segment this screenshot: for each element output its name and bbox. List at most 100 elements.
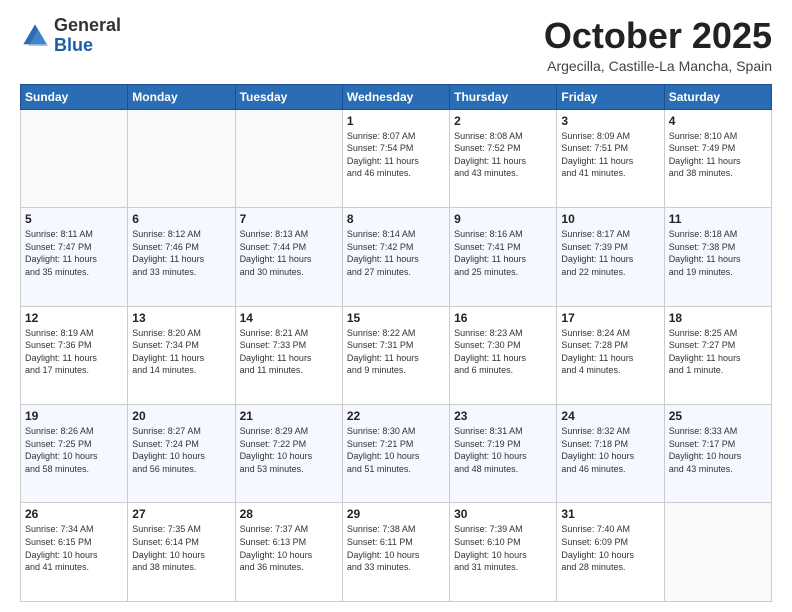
- day-info: Sunrise: 8:10 AM Sunset: 7:49 PM Dayligh…: [669, 130, 767, 180]
- page: General Blue October 2025 Argecilla, Cas…: [0, 0, 792, 612]
- col-header-tuesday: Tuesday: [235, 84, 342, 109]
- day-info: Sunrise: 7:37 AM Sunset: 6:13 PM Dayligh…: [240, 523, 338, 573]
- day-number: 1: [347, 114, 445, 128]
- day-info: Sunrise: 8:23 AM Sunset: 7:30 PM Dayligh…: [454, 327, 552, 377]
- calendar-cell: 28 Sunrise: 7:37 AM Sunset: 6:13 PM Dayli…: [235, 503, 342, 602]
- day-info: Sunrise: 8:16 AM Sunset: 7:41 PM Dayligh…: [454, 228, 552, 278]
- calendar-cell: 20Sunrise: 8:27 AM Sunset: 7:24 PM Dayli…: [128, 405, 235, 503]
- day-info: Sunrise: 8:08 AM Sunset: 7:52 PM Dayligh…: [454, 130, 552, 180]
- calendar-cell: 1 Sunrise: 8:07 AM Sunset: 7:54 PM Daylig…: [342, 109, 449, 207]
- day-info: Sunrise: 8:18 AM Sunset: 7:38 PM Dayligh…: [669, 228, 767, 278]
- day-number: 23: [454, 409, 552, 423]
- logo-blue: Blue: [54, 35, 93, 55]
- calendar-cell: 23 Sunrise: 8:31 AM Sunset: 7:19 PM Dayli…: [450, 405, 557, 503]
- day-info: Sunrise: 8:24 AM Sunset: 7:28 PM Dayligh…: [561, 327, 659, 377]
- calendar-cell: 10 Sunrise: 8:17 AM Sunset: 7:39 PM Dayli…: [557, 208, 664, 306]
- day-info: Sunrise: 7:40 AM Sunset: 6:09 PM Dayligh…: [561, 523, 659, 573]
- calendar-cell: 19 Sunrise: 8:26 AM Sunset: 7:25 PM Dayli…: [21, 405, 128, 503]
- day-info: Sunrise: 8:29 AM Sunset: 7:22 PM Dayligh…: [240, 425, 338, 475]
- calendar-cell: 9 Sunrise: 8:16 AM Sunset: 7:41 PM Daylig…: [450, 208, 557, 306]
- day-number: 31: [561, 507, 659, 521]
- location: Argecilla, Castille-La Mancha, Spain: [544, 58, 772, 74]
- day-number: 22: [347, 409, 445, 423]
- day-info: Sunrise: 8:07 AM Sunset: 7:54 PM Dayligh…: [347, 130, 445, 180]
- calendar-cell: 30Sunrise: 7:39 AM Sunset: 6:10 PM Dayli…: [450, 503, 557, 602]
- day-info: Sunrise: 8:31 AM Sunset: 7:19 PM Dayligh…: [454, 425, 552, 475]
- day-info: Sunrise: 8:11 AM Sunset: 7:47 PM Dayligh…: [25, 228, 123, 278]
- calendar-cell: 17 Sunrise: 8:24 AM Sunset: 7:28 PM Dayli…: [557, 306, 664, 404]
- calendar-cell: 11 Sunrise: 8:18 AM Sunset: 7:38 PM Dayli…: [664, 208, 771, 306]
- day-number: 21: [240, 409, 338, 423]
- day-number: 28: [240, 507, 338, 521]
- day-info: Sunrise: 8:19 AM Sunset: 7:36 PM Dayligh…: [25, 327, 123, 377]
- col-header-monday: Monday: [128, 84, 235, 109]
- day-number: 15: [347, 311, 445, 325]
- week-row-3: 19 Sunrise: 8:26 AM Sunset: 7:25 PM Dayli…: [21, 405, 772, 503]
- day-number: 30: [454, 507, 552, 521]
- calendar-cell: 26Sunrise: 7:34 AM Sunset: 6:15 PM Dayli…: [21, 503, 128, 602]
- calendar-cell: [21, 109, 128, 207]
- calendar-cell: [128, 109, 235, 207]
- calendar-cell: 7Sunrise: 8:13 AM Sunset: 7:44 PM Daylig…: [235, 208, 342, 306]
- calendar-cell: 18Sunrise: 8:25 AM Sunset: 7:27 PM Dayli…: [664, 306, 771, 404]
- day-number: 19: [25, 409, 123, 423]
- calendar-cell: 8 Sunrise: 8:14 AM Sunset: 7:42 PM Daylig…: [342, 208, 449, 306]
- calendar-cell: 31 Sunrise: 7:40 AM Sunset: 6:09 PM Dayli…: [557, 503, 664, 602]
- calendar-cell: 5Sunrise: 8:11 AM Sunset: 7:47 PM Daylig…: [21, 208, 128, 306]
- day-number: 11: [669, 212, 767, 226]
- day-info: Sunrise: 8:17 AM Sunset: 7:39 PM Dayligh…: [561, 228, 659, 278]
- col-header-thursday: Thursday: [450, 84, 557, 109]
- day-number: 2: [454, 114, 552, 128]
- week-row-0: 1 Sunrise: 8:07 AM Sunset: 7:54 PM Daylig…: [21, 109, 772, 207]
- day-number: 29: [347, 507, 445, 521]
- title-block: October 2025 Argecilla, Castille-La Manc…: [544, 16, 772, 74]
- logo-general: General: [54, 15, 121, 35]
- day-number: 20: [132, 409, 230, 423]
- calendar-cell: 15 Sunrise: 8:22 AM Sunset: 7:31 PM Dayli…: [342, 306, 449, 404]
- day-info: Sunrise: 7:38 AM Sunset: 6:11 PM Dayligh…: [347, 523, 445, 573]
- day-number: 6: [132, 212, 230, 226]
- calendar-cell: 4Sunrise: 8:10 AM Sunset: 7:49 PM Daylig…: [664, 109, 771, 207]
- calendar-cell: 6 Sunrise: 8:12 AM Sunset: 7:46 PM Daylig…: [128, 208, 235, 306]
- day-number: 13: [132, 311, 230, 325]
- calendar-header-row: SundayMondayTuesdayWednesdayThursdayFrid…: [21, 84, 772, 109]
- logo: General Blue: [20, 16, 121, 56]
- day-number: 10: [561, 212, 659, 226]
- col-header-sunday: Sunday: [21, 84, 128, 109]
- calendar-cell: 25 Sunrise: 8:33 AM Sunset: 7:17 PM Dayli…: [664, 405, 771, 503]
- calendar-cell: 2 Sunrise: 8:08 AM Sunset: 7:52 PM Daylig…: [450, 109, 557, 207]
- day-info: Sunrise: 8:14 AM Sunset: 7:42 PM Dayligh…: [347, 228, 445, 278]
- day-number: 9: [454, 212, 552, 226]
- day-number: 14: [240, 311, 338, 325]
- day-number: 18: [669, 311, 767, 325]
- week-row-1: 5Sunrise: 8:11 AM Sunset: 7:47 PM Daylig…: [21, 208, 772, 306]
- calendar-cell: 24Sunrise: 8:32 AM Sunset: 7:18 PM Dayli…: [557, 405, 664, 503]
- day-info: Sunrise: 8:12 AM Sunset: 7:46 PM Dayligh…: [132, 228, 230, 278]
- day-number: 25: [669, 409, 767, 423]
- day-info: Sunrise: 8:20 AM Sunset: 7:34 PM Dayligh…: [132, 327, 230, 377]
- day-info: Sunrise: 8:26 AM Sunset: 7:25 PM Dayligh…: [25, 425, 123, 475]
- calendar-table: SundayMondayTuesdayWednesdayThursdayFrid…: [20, 84, 772, 602]
- day-number: 3: [561, 114, 659, 128]
- day-number: 17: [561, 311, 659, 325]
- logo-text: General Blue: [54, 16, 121, 56]
- day-number: 7: [240, 212, 338, 226]
- day-info: Sunrise: 8:33 AM Sunset: 7:17 PM Dayligh…: [669, 425, 767, 475]
- day-info: Sunrise: 7:35 AM Sunset: 6:14 PM Dayligh…: [132, 523, 230, 573]
- day-number: 8: [347, 212, 445, 226]
- calendar-cell: 3Sunrise: 8:09 AM Sunset: 7:51 PM Daylig…: [557, 109, 664, 207]
- col-header-wednesday: Wednesday: [342, 84, 449, 109]
- day-info: Sunrise: 8:22 AM Sunset: 7:31 PM Dayligh…: [347, 327, 445, 377]
- day-number: 27: [132, 507, 230, 521]
- calendar-cell: [664, 503, 771, 602]
- day-info: Sunrise: 8:21 AM Sunset: 7:33 PM Dayligh…: [240, 327, 338, 377]
- month-title: October 2025: [544, 16, 772, 56]
- calendar-cell: [235, 109, 342, 207]
- header: General Blue October 2025 Argecilla, Cas…: [20, 16, 772, 74]
- calendar-cell: 27 Sunrise: 7:35 AM Sunset: 6:14 PM Dayli…: [128, 503, 235, 602]
- calendar-cell: 21 Sunrise: 8:29 AM Sunset: 7:22 PM Dayli…: [235, 405, 342, 503]
- calendar-cell: 22Sunrise: 8:30 AM Sunset: 7:21 PM Dayli…: [342, 405, 449, 503]
- day-info: Sunrise: 8:32 AM Sunset: 7:18 PM Dayligh…: [561, 425, 659, 475]
- logo-icon: [20, 21, 50, 51]
- day-number: 12: [25, 311, 123, 325]
